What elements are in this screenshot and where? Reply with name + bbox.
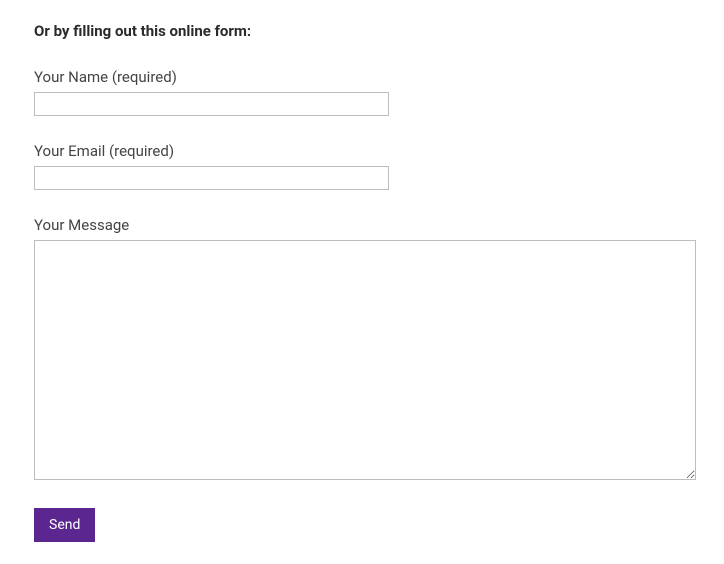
email-label: Your Email (required) — [34, 142, 690, 160]
email-field-group: Your Email (required) — [34, 142, 690, 190]
email-input[interactable] — [34, 166, 389, 190]
name-field-group: Your Name (required) — [34, 68, 690, 116]
message-field-group: Your Message — [34, 216, 690, 484]
contact-form: Or by filling out this online form: Your… — [34, 22, 690, 542]
message-label: Your Message — [34, 216, 690, 234]
name-label: Your Name (required) — [34, 68, 690, 86]
message-input[interactable] — [34, 240, 696, 480]
name-input[interactable] — [34, 92, 389, 116]
form-heading: Or by filling out this online form: — [34, 22, 690, 40]
send-button[interactable]: Send — [34, 508, 95, 542]
